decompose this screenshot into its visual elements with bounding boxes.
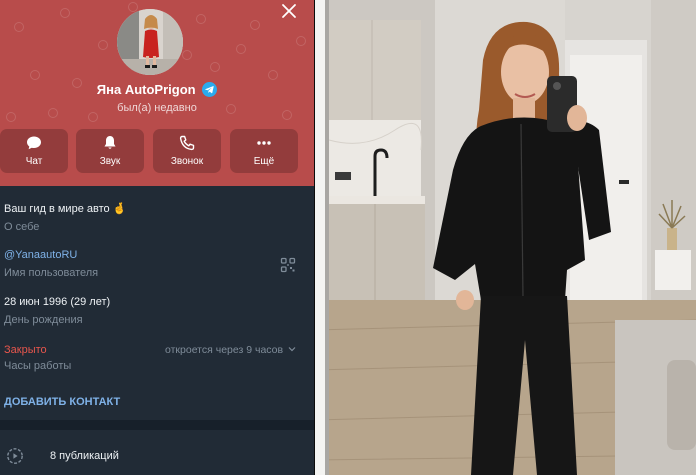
sound-button-label: Звук [99,156,121,167]
avatar-image [117,9,183,75]
birthday-text: 28 июн 1996 (29 лет) [4,296,111,308]
birthday-label: День рождения [4,314,83,326]
username-link[interactable]: @YanaautoRU [4,249,77,261]
profile-panel: Яна AutoPrigon был(а) недавно Чат Звук З… [0,0,314,475]
chevron-down-icon [288,347,296,352]
sound-button[interactable]: Звук [76,129,144,173]
bio-label: О себе [4,221,40,233]
bio-text: Ваш гид в мире авто 🤞 [4,203,127,215]
close-icon [282,4,296,18]
chat-icon [27,136,41,150]
section-separator [0,420,314,430]
stories-icon [7,448,23,464]
call-button-label: Звонок [170,156,204,167]
hours-dropdown[interactable]: откроется через 9 часов [165,344,296,356]
profile-info: Ваш гид в мире авто 🤞 О себе @YanaautoRU… [0,186,314,420]
profile-name-text: Яна AutoPrigon [96,82,196,97]
bell-icon [104,136,116,149]
more-icon [257,141,271,145]
profile-photo[interactable] [315,0,696,475]
chat-button-label: Чат [25,156,43,167]
telegram-verified-icon [202,82,218,97]
qr-code-button[interactable] [280,257,296,273]
hours-status: Закрыто [4,344,47,356]
more-button[interactable]: Ещё [230,129,298,173]
phone-icon [179,135,195,151]
close-button[interactable] [280,2,298,20]
action-bar: Чат Звук Звонок Ещё [0,129,314,173]
avatar[interactable] [117,9,183,75]
profile-header: Яна AutoPrigon был(а) недавно Чат Звук З… [0,0,314,186]
more-button-label: Ещё [253,156,275,167]
publications-count: 8 публикаций [50,450,119,462]
profile-status: был(а) недавно [117,102,197,114]
username-label: Имя пользователя [4,267,99,279]
hours-label: Часы работы [4,360,72,372]
profile-name: Яна AutoPrigon [0,82,314,97]
qr-code-icon [280,257,296,273]
publications-row[interactable]: 8 публикаций [0,440,314,475]
hours-hint: откроется через 9 часов [165,344,284,356]
chat-button[interactable]: Чат [0,129,68,173]
add-contact-button[interactable]: ДОБАВИТЬ КОНТАКТ [4,396,120,408]
call-button[interactable]: Звонок [153,129,221,173]
mirror-selfie-photo [315,0,696,475]
